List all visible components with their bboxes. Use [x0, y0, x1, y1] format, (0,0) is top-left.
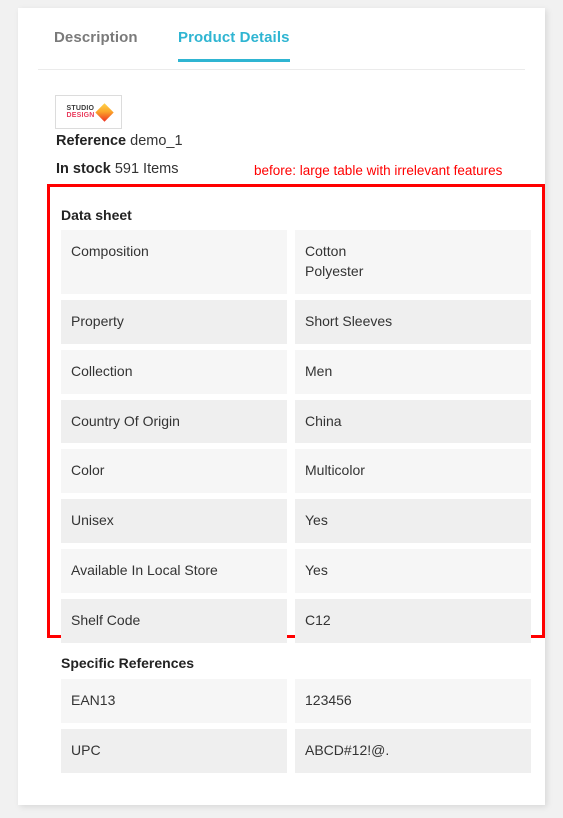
row-value-line: Yes — [305, 512, 328, 529]
reference-label: Reference — [56, 133, 127, 149]
product-details-card: Description Product Details STUDIO DESIG… — [18, 8, 545, 805]
row-value: Yes — [295, 499, 531, 544]
row-value: Short Sleeves — [295, 299, 531, 344]
row-value-line: C12 — [305, 612, 331, 628]
stock-value: 591 Items — [114, 161, 179, 177]
row-value: C12 — [295, 599, 531, 643]
data-sheet-table: Composition Cotton Polyester Property Short … — [61, 230, 531, 649]
data-sheet-title: Data sheet — [61, 207, 132, 223]
specific-references-table: EAN13 123456 UPC ABCD#12!@. — [61, 679, 531, 779]
brand-logo-line1: STUDIO — [66, 104, 95, 112]
row-value-line: Polyester — [305, 262, 364, 279]
specific-reference-row: UPC ABCD#12!@. — [61, 728, 531, 773]
data-sheet-row: Composition Cotton Polyester — [61, 230, 531, 294]
row-key: Shelf Code — [61, 599, 287, 643]
row-key: Unisex — [61, 499, 287, 544]
row-key: Collection — [61, 349, 287, 394]
row-value-line: ABCD#12!@. — [305, 741, 390, 758]
data-sheet-row: Collection Men — [61, 349, 531, 394]
data-sheet-row: Country Of Origin China — [61, 399, 531, 444]
specific-references-title: Specific References — [61, 655, 195, 671]
row-key: UPC — [61, 728, 287, 773]
row-value-line: Yes — [305, 562, 328, 579]
data-sheet-row: Property Short Sleeves — [61, 299, 531, 344]
product-stock: In stock 591 Items — [56, 161, 179, 177]
tab-product-details[interactable]: Product Details — [178, 30, 290, 62]
row-key: EAN13 — [61, 679, 287, 723]
brand-logo-inner: STUDIO DESIGN — [66, 102, 114, 122]
data-sheet-row: Available In Local Store Yes — [61, 549, 531, 593]
tab-description[interactable]: Description — [54, 30, 138, 59]
stock-label: In stock — [56, 161, 111, 177]
row-key: Color — [61, 449, 287, 494]
row-key: Country Of Origin — [61, 399, 287, 444]
row-value: 123456 — [295, 679, 531, 723]
row-value-line: Multicolor — [305, 462, 365, 479]
diamond-icon — [94, 102, 114, 122]
reference-value: demo_1 — [130, 133, 183, 149]
row-value-line: Cotton — [305, 243, 347, 259]
row-value: Multicolor — [295, 449, 531, 494]
data-sheet-row: Unisex Yes — [61, 499, 531, 544]
row-value-line: 123456 — [305, 692, 352, 708]
brand-logo-line2: DESIGN — [66, 112, 95, 119]
row-value-line: Short Sleeves — [305, 312, 393, 329]
row-value: ABCD#12!@. — [295, 728, 531, 773]
row-value: Yes — [295, 549, 531, 593]
row-value-line: Men — [305, 362, 333, 379]
brand-logo: STUDIO DESIGN — [55, 95, 122, 129]
row-key: Property — [61, 299, 287, 344]
row-value: Cotton Polyester — [295, 230, 531, 294]
row-value: Men — [295, 349, 531, 394]
product-reference: Reference demo_1 — [56, 133, 183, 149]
specific-reference-row: EAN13 123456 — [61, 679, 531, 723]
row-key: Composition — [61, 230, 287, 294]
annotation-label: before: large table with irrelevant feat… — [254, 163, 503, 178]
row-value: China — [295, 399, 531, 444]
brand-logo-text: STUDIO DESIGN — [66, 105, 94, 120]
data-sheet-row: Shelf Code C12 — [61, 599, 531, 643]
product-tabs: Description Product Details — [38, 30, 525, 70]
row-key: Available In Local Store — [61, 549, 287, 593]
row-value-line: China — [305, 412, 342, 429]
data-sheet-row: Color Multicolor — [61, 449, 531, 494]
